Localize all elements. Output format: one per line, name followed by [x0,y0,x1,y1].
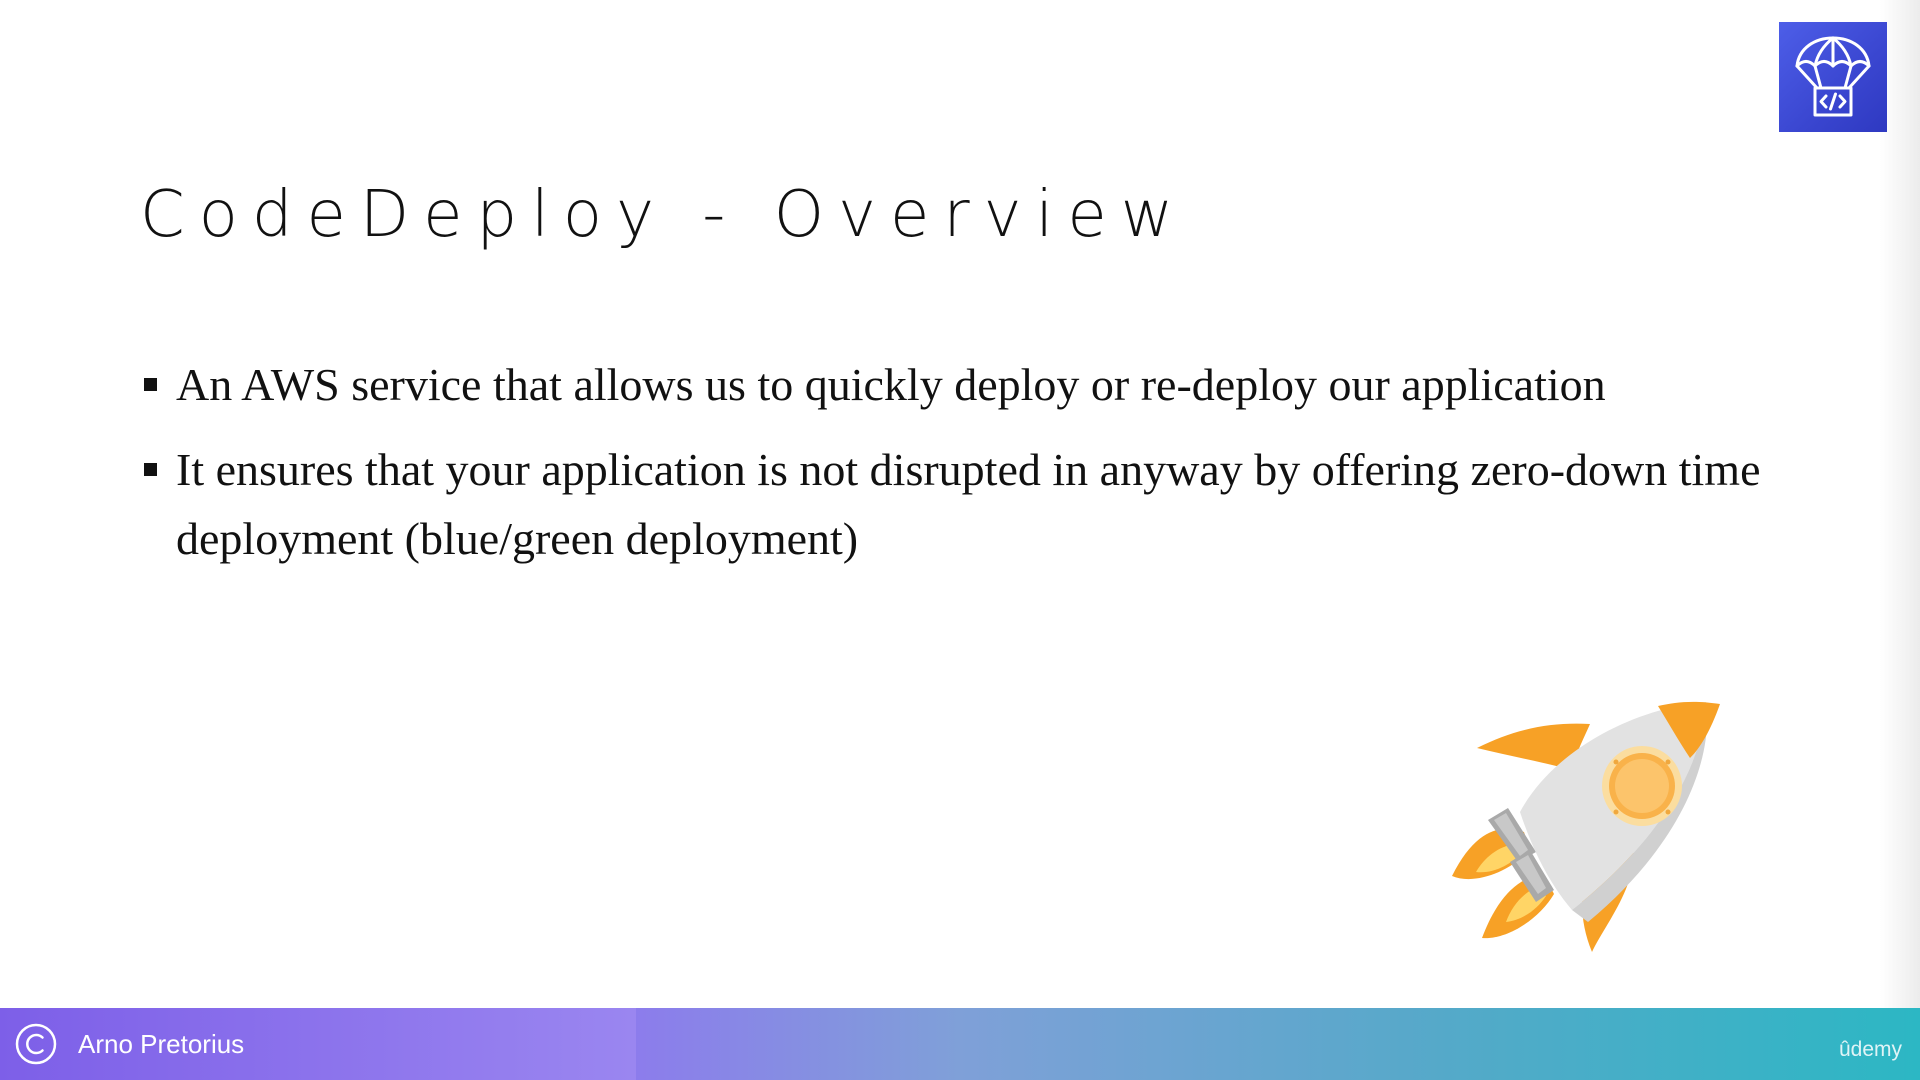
slide: CodeDeploy - Overview An AWS service tha… [0,0,1920,1080]
page-edge-shadow [1880,0,1920,1008]
bullet-item: It ensures that your application is not … [140,435,1840,573]
square-bullet-icon [144,378,157,391]
slide-title: CodeDeploy - Overview [140,178,1188,252]
rocket-icon [1452,701,1720,952]
footer-bar: Arno Pretorius ûdemy [0,1008,1920,1080]
author-name: Arno Pretorius [78,1029,245,1059]
aws-codedeploy-logo [1779,22,1887,132]
bullet-text: An AWS service that allows us to quickly… [176,359,1606,410]
bullet-list: An AWS service that allows us to quickly… [140,350,1840,589]
copyright-icon [15,1023,57,1065]
udemy-watermark: ûdemy [1838,1038,1902,1061]
bullet-text: It ensures that your application is not … [176,444,1761,564]
bullet-item: An AWS service that allows us to quickly… [140,350,1840,419]
footer-author-panel: Arno Pretorius [0,1008,636,1080]
square-bullet-icon [144,463,157,476]
aws-codedeploy-icon [1795,36,1871,117]
